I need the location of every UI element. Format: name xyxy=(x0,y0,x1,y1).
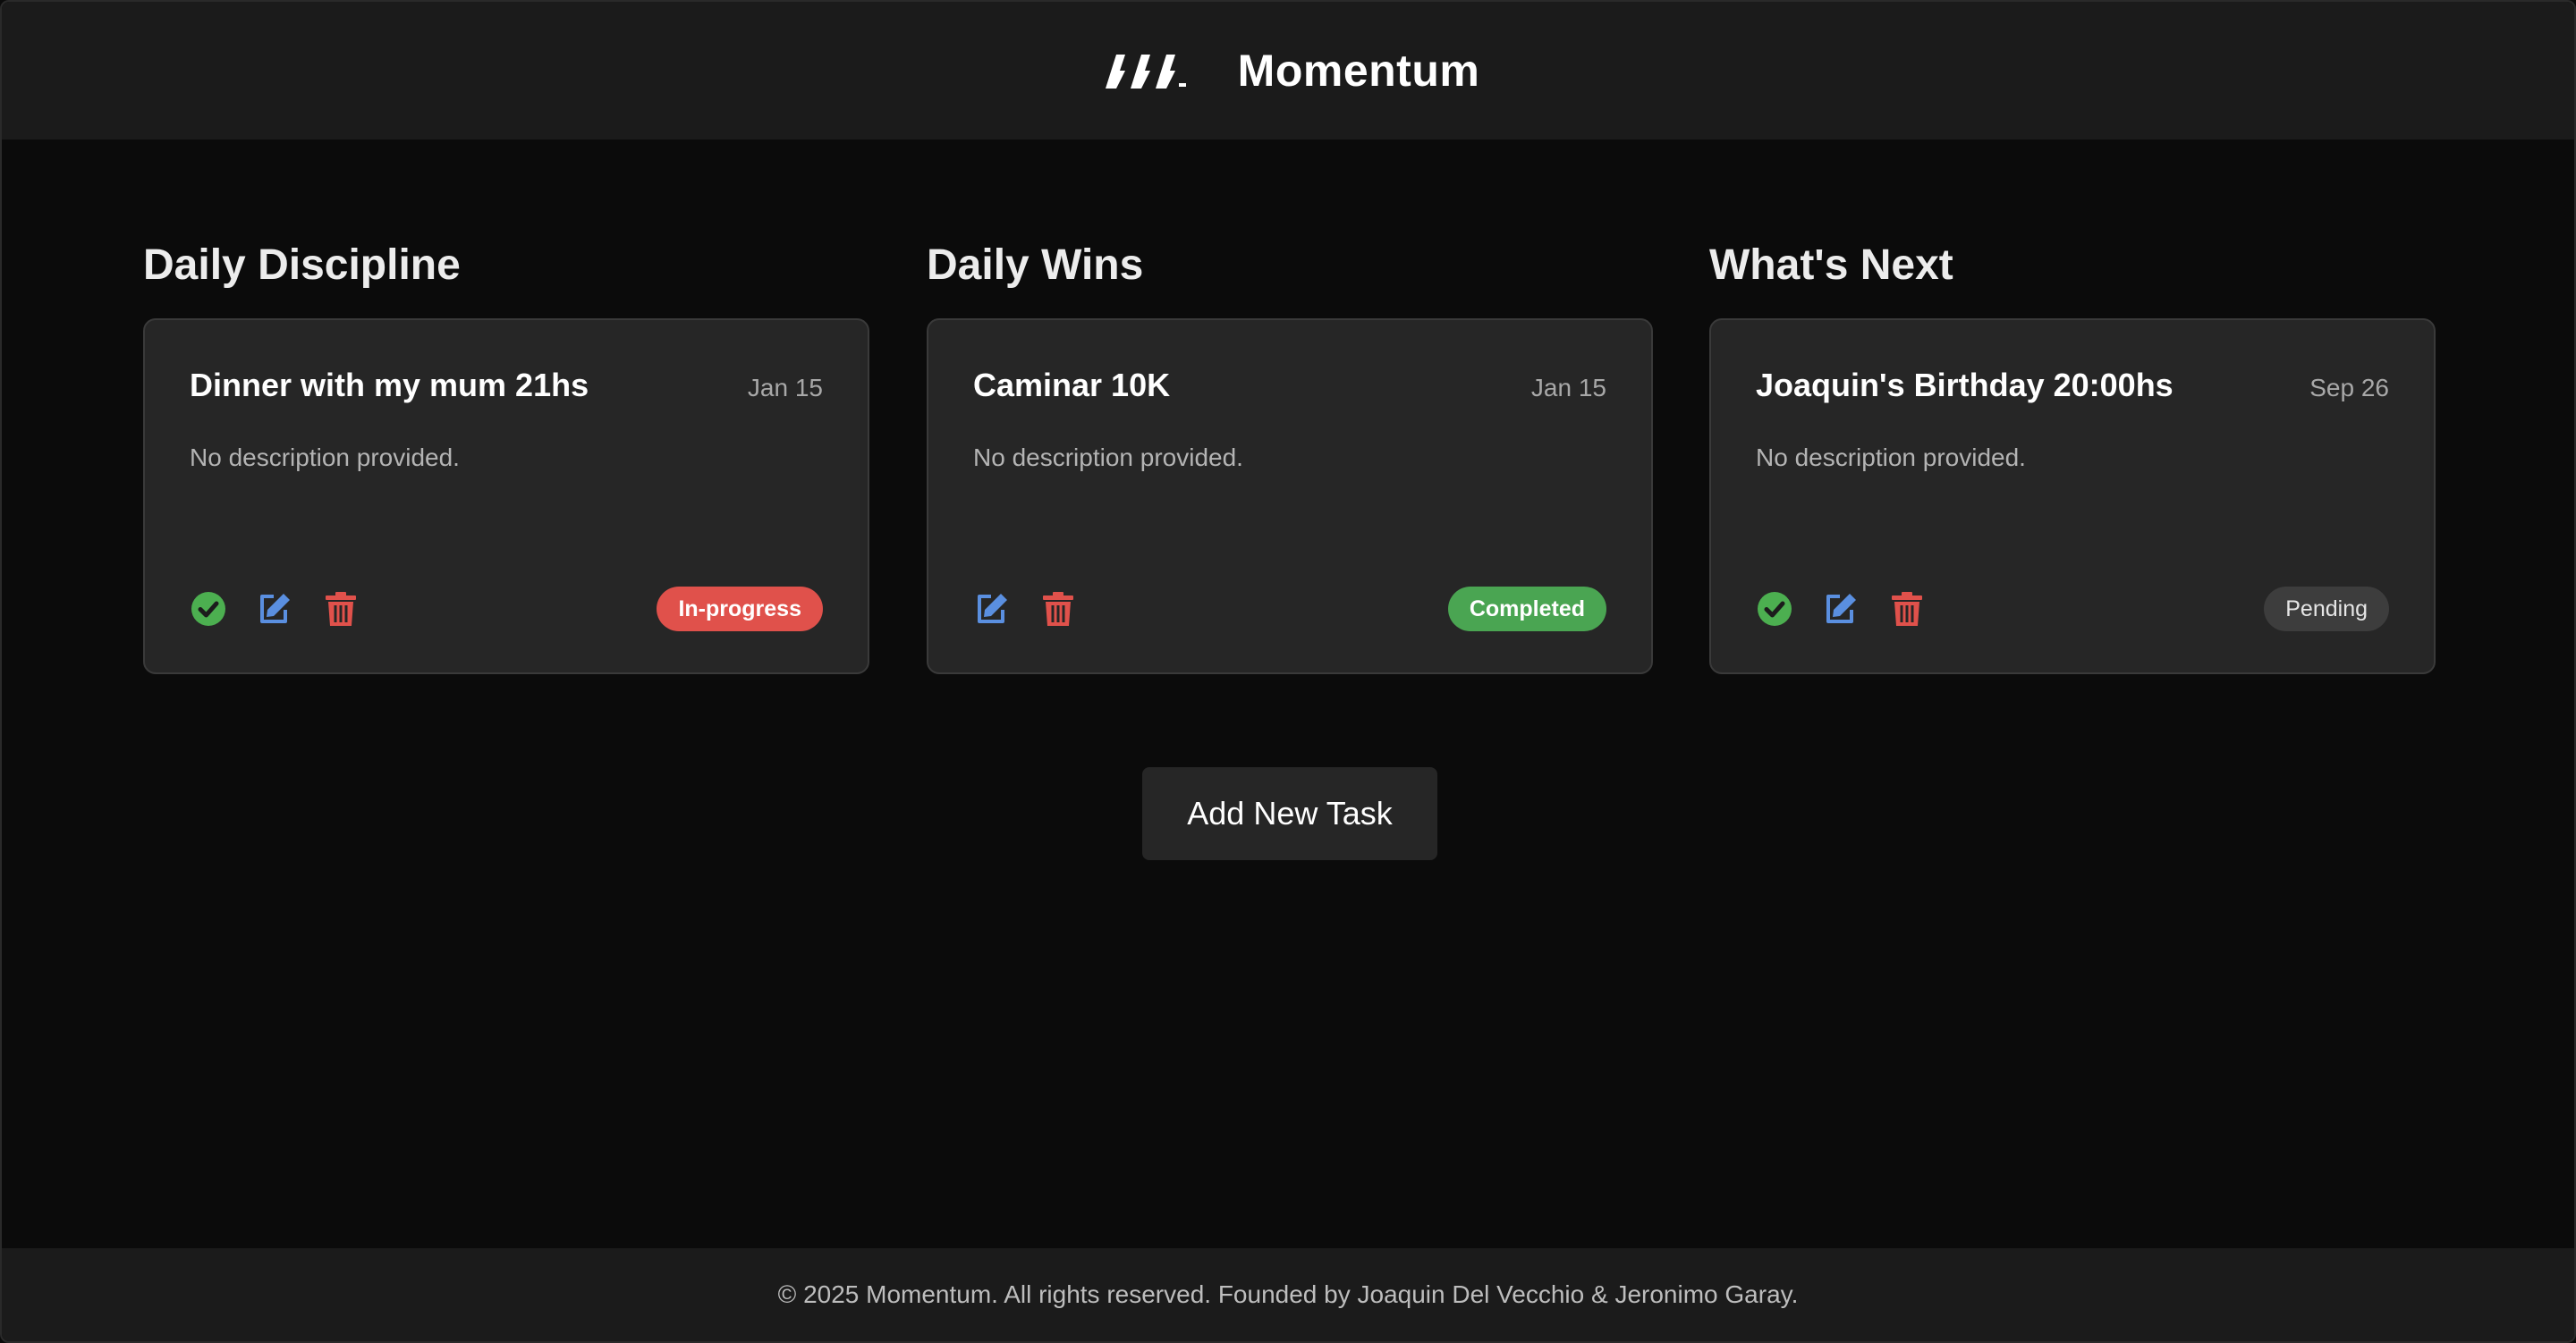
task-card-footer: Pending xyxy=(1756,587,2389,631)
task-actions xyxy=(973,590,1077,628)
task-description: No description provided. xyxy=(973,443,1243,471)
task-card[interactable]: Joaquin's Birthday 20:00hs Sep 26 No des… xyxy=(1709,318,2436,674)
momentum-logo-icon xyxy=(1105,55,1186,89)
column-whats-next: What's Next Joaquin's Birthday 20:00hs S… xyxy=(1709,225,2436,674)
check-icon[interactable] xyxy=(190,590,227,628)
check-icon[interactable] xyxy=(1756,590,1793,628)
status-badge: Pending xyxy=(2264,587,2389,631)
app-footer: © 2025 Momentum. All rights reserved. Fo… xyxy=(2,1248,2574,1341)
task-date: Jan 15 xyxy=(747,374,823,401)
column-title: Daily Wins xyxy=(927,241,1144,289)
brand-name: Momentum xyxy=(1237,46,1480,96)
task-title: Joaquin's Birthday 20:00hs xyxy=(1756,367,2174,403)
app-header: Momentum xyxy=(2,2,2574,139)
task-actions xyxy=(1756,590,1926,628)
app-window: Momentum Daily Discipline Dinner with my… xyxy=(0,0,2576,1343)
task-card-footer: In-progress xyxy=(190,587,823,631)
board: Daily Discipline Dinner with my mum 21hs… xyxy=(2,139,2574,1252)
task-actions xyxy=(190,590,360,628)
task-card-header: Joaquin's Birthday 20:00hs Sep 26 xyxy=(1756,367,2389,404)
task-card[interactable]: Caminar 10K Jan 15 No description provid… xyxy=(927,318,1653,674)
task-title: Caminar 10K xyxy=(973,367,1171,403)
column-daily-discipline: Daily Discipline Dinner with my mum 21hs… xyxy=(143,225,869,674)
footer-text: © 2025 Momentum. All rights reserved. Fo… xyxy=(777,1280,1799,1308)
task-card[interactable]: Dinner with my mum 21hs Jan 15 No descri… xyxy=(143,318,869,674)
add-new-task-button[interactable]: Add New Task xyxy=(1142,767,1437,860)
edit-icon[interactable] xyxy=(256,590,293,628)
column-title: What's Next xyxy=(1709,241,1953,289)
task-card-header: Dinner with my mum 21hs Jan 15 xyxy=(190,367,823,404)
task-description: No description provided. xyxy=(1756,443,2026,471)
task-date: Jan 15 xyxy=(1530,374,1606,401)
task-date: Sep 26 xyxy=(2309,374,2389,401)
edit-icon[interactable] xyxy=(973,590,1011,628)
edit-icon[interactable] xyxy=(1822,590,1860,628)
column-title: Daily Discipline xyxy=(143,241,461,289)
trash-icon[interactable] xyxy=(1039,590,1077,628)
status-badge: Completed xyxy=(1447,587,1606,631)
column-daily-wins: Daily Wins Caminar 10K Jan 15 No descrip… xyxy=(927,225,1653,674)
task-description: No description provided. xyxy=(190,443,460,471)
trash-icon[interactable] xyxy=(1888,590,1926,628)
trash-icon[interactable] xyxy=(322,590,360,628)
task-title: Dinner with my mum 21hs xyxy=(190,367,589,403)
task-card-footer: Completed xyxy=(973,587,1606,631)
task-card-header: Caminar 10K Jan 15 xyxy=(973,367,1606,404)
status-badge: In-progress xyxy=(657,587,823,631)
